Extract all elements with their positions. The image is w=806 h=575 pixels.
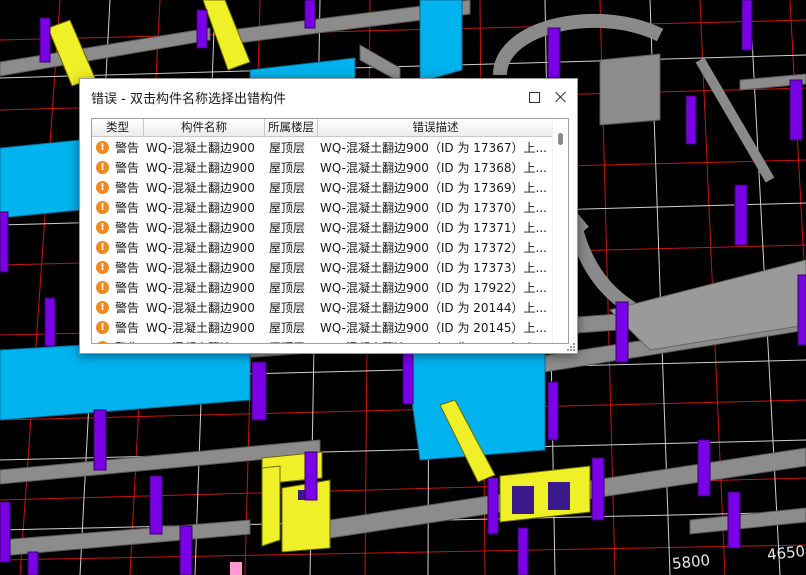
error-list-header: 类型 构件名称 所属楼层 错误描述	[92, 119, 553, 137]
table-row[interactable]: ! 警告 WQ-混凝土翻边900 屋顶层 WQ-混凝土翻边900（ID 为 17368）…	[92, 157, 553, 177]
type-label: 警告	[115, 280, 140, 295]
component-name-cell[interactable]: WQ-混凝土翻边900	[144, 219, 265, 236]
type-cell: ! 警告	[92, 299, 144, 316]
error-description-cell: WQ-混凝土翻边900（ID 为 17922）上...	[320, 280, 547, 295]
type-cell: ! 警告	[92, 279, 144, 296]
table-row[interactable]: ! 警告 WQ-混凝土翻边900 屋顶层 WQ-混凝土翻边900（ID 为 17369）…	[92, 177, 553, 197]
type-label: 警告	[115, 339, 139, 344]
error-description-cell: WQ-混凝土翻边900（ID 为 20145）上...	[320, 320, 547, 335]
error-list[interactable]: 类型 构件名称 所属楼层 错误描述 ! 警告 WQ-混凝土翻边900 屋顶层 WQ-混凝…	[91, 118, 569, 344]
component-name-cell[interactable]: WQ-混凝土翻边900	[144, 339, 265, 344]
warning-icon: !	[96, 260, 109, 274]
type-label: 警告	[115, 180, 140, 195]
error-description-cell: WQ-混凝土翻边900（ID 为 17367）上...	[320, 140, 547, 155]
error-description-cell: WQ-混凝土翻边900（ID 为 17369）上...	[320, 180, 547, 195]
warning-icon: !	[96, 340, 109, 343]
table-row[interactable]: ! 警告 WQ-混凝土翻边900 屋顶层 WQ-混凝土翻边900（ID 为 17373）…	[92, 257, 553, 277]
type-cell: ! 警告	[92, 339, 144, 344]
column-header-floor[interactable]: 所属楼层	[265, 119, 318, 136]
ramp-slab	[609, 259, 806, 351]
table-row[interactable]: ! 警告 WQ-混凝土翻边900 屋顶层 WQ-混凝土翻边900（ID 为 20144）…	[92, 297, 553, 317]
floor-cell: 屋顶层	[269, 220, 306, 235]
table-row[interactable]: ! 警告 WQ-混凝土翻边900 屋顶层 WQ-混凝土翻边900（ID 为 17367）…	[92, 137, 553, 157]
type-cell: ! 警告	[92, 159, 144, 176]
column-header-name[interactable]: 构件名称	[144, 119, 265, 136]
dialog-titlebar[interactable]: 错误 - 双击构件名称选择出错构件	[80, 79, 577, 117]
error-description-cell: WQ-混凝土翻边900（ID 为 17372）上...	[320, 240, 547, 255]
warning-icon: !	[96, 160, 109, 174]
type-label: 警告	[115, 140, 140, 155]
type-cell: ! 警告	[92, 259, 144, 276]
error-description-cell: WQ-混凝土翻边900（ID 为 20144）上...	[320, 300, 547, 315]
table-row[interactable]: ! 警告 WQ-混凝土翻边900 屋顶层 WQ-混凝土翻边900（ID 为 20145）…	[92, 317, 553, 337]
type-label: 警告	[115, 320, 140, 335]
warning-icon: !	[96, 300, 109, 314]
floor-cell: 屋顶层	[269, 240, 306, 255]
type-label: 警告	[115, 240, 140, 255]
table-row[interactable]: ! 警告 WQ-混凝土翻边900 屋顶层 WQ-混凝土翻边900（ID 为 17370）…	[92, 197, 553, 217]
maximize-icon	[528, 91, 540, 103]
maximize-button[interactable]	[521, 86, 547, 108]
floor-cell: 屋顶层	[269, 320, 306, 335]
component-name-cell[interactable]: WQ-混凝土翻边900	[144, 299, 265, 316]
type-label: 警告	[115, 160, 140, 175]
scrollbar-thumb[interactable]	[558, 133, 563, 145]
error-dialog[interactable]: 错误 - 双击构件名称选择出错构件 类型 构件名称 所属楼层 错误描述 ! 警告 W…	[79, 78, 578, 354]
error-description-cell: WQ-混凝土翻边900（ID 为 17373）上...	[320, 260, 547, 275]
type-cell: ! 警告	[92, 319, 144, 336]
warning-icon: !	[96, 320, 109, 334]
error-list-body: ! 警告 WQ-混凝土翻边900 屋顶层 WQ-混凝土翻边900（ID 为 17367）…	[92, 137, 553, 344]
column-header-type[interactable]: 类型	[92, 119, 144, 136]
table-row[interactable]: ! 警告 WQ-混凝土翻边900 屋顶层 WQ-混凝土翻边900（ID 为 17922）…	[92, 277, 553, 297]
warning-icon: !	[96, 180, 109, 194]
floor-cell: 屋顶层	[269, 160, 306, 175]
column-header-description[interactable]: 错误描述	[318, 119, 553, 136]
type-cell: ! 警告	[92, 239, 144, 256]
floor-cell: 屋顶层	[269, 300, 306, 315]
warning-icon: !	[96, 240, 109, 254]
error-description-cell: WQ-混凝土翻边900（ID 为 17370）上...	[320, 200, 547, 215]
error-description-cell: WQ-混凝土翻边900（ID 为 21963）上...	[318, 339, 553, 344]
component-name-cell[interactable]: WQ-混凝土翻边900	[144, 159, 265, 176]
type-cell: ! 警告	[92, 219, 144, 236]
type-label: 警告	[115, 260, 140, 275]
type-cell: ! 警告	[92, 139, 144, 156]
type-label: 警告	[115, 300, 140, 315]
floor-cell: 屋顶层	[269, 180, 306, 195]
component-name-cell[interactable]: WQ-混凝土翻边900	[144, 179, 265, 196]
error-description-cell: WQ-混凝土翻边900（ID 为 17368）上...	[320, 160, 547, 175]
type-label: 警告	[115, 220, 140, 235]
error-description-cell: WQ-混凝土翻边900（ID 为 17371）上...	[320, 220, 547, 235]
table-row[interactable]: ! 警告 WQ-混凝土翻边900屋顶层WQ-混凝土翻边900（ID 为 21963）…	[92, 337, 553, 344]
warning-icon: !	[96, 200, 109, 214]
floor-cell: 屋顶层	[269, 140, 306, 155]
vertical-scrollbar[interactable]	[552, 119, 568, 343]
warning-icon: !	[96, 280, 109, 294]
type-label: 警告	[115, 200, 140, 215]
dialog-title: 错误 - 双击构件名称选择出错构件	[91, 92, 286, 107]
close-icon	[555, 91, 567, 103]
component-name-cell[interactable]: WQ-混凝土翻边900	[144, 319, 265, 336]
table-row[interactable]: ! 警告 WQ-混凝土翻边900 屋顶层 WQ-混凝土翻边900（ID 为 17371）…	[92, 217, 553, 237]
floor-cell: 屋顶层	[269, 260, 306, 275]
floor-cell: 屋顶层	[265, 339, 318, 344]
resize-grip[interactable]	[566, 342, 575, 351]
type-cell: ! 警告	[92, 179, 144, 196]
component-name-cell[interactable]: WQ-混凝土翻边900	[144, 279, 265, 296]
component-name-cell[interactable]: WQ-混凝土翻边900	[144, 259, 265, 276]
warning-icon: !	[96, 140, 109, 154]
floor-cell: 屋顶层	[269, 280, 306, 295]
close-button[interactable]	[548, 86, 574, 108]
type-cell: ! 警告	[92, 199, 144, 216]
table-row[interactable]: ! 警告 WQ-混凝土翻边900 屋顶层 WQ-混凝土翻边900（ID 为 17372）…	[92, 237, 553, 257]
component-name-cell[interactable]: WQ-混凝土翻边900	[144, 139, 265, 156]
floor-cell: 屋顶层	[269, 200, 306, 215]
component-name-cell[interactable]: WQ-混凝土翻边900	[144, 239, 265, 256]
component-name-cell[interactable]: WQ-混凝土翻边900	[144, 199, 265, 216]
warning-icon: !	[96, 220, 109, 234]
highlight-marker	[230, 562, 242, 575]
